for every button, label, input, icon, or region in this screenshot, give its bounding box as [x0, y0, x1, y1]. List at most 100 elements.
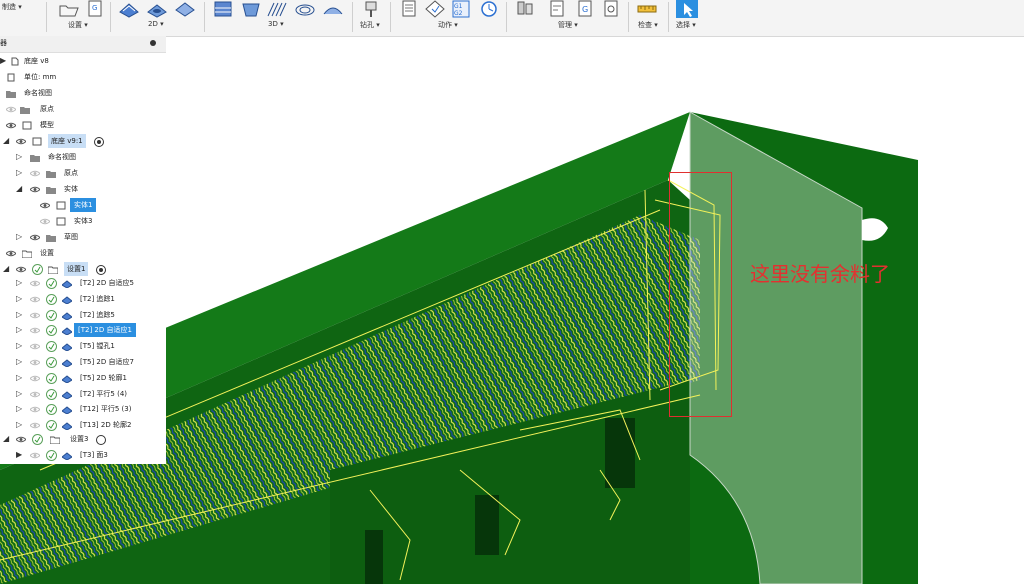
tree-row-body1[interactable]: 实体1 — [0, 198, 166, 212]
visibility-eye-icon[interactable] — [16, 436, 26, 443]
tree-row-sketches[interactable]: ▷ 草图 — [0, 230, 166, 244]
setup-g-doc-icon[interactable]: G — [84, 0, 106, 18]
drill-icon[interactable] — [360, 0, 382, 18]
machine-library-icon[interactable] — [600, 0, 622, 18]
template-icon[interactable] — [546, 0, 568, 18]
browser-pin-icon[interactable] — [150, 40, 156, 46]
tree-row-operation[interactable]: ▷ [T13] 2D 轮廓2 — [0, 418, 166, 432]
tree-row-named-views-2[interactable]: ▷ 命名视图 — [0, 150, 166, 164]
activate-radio[interactable] — [94, 137, 104, 147]
visibility-eye-icon[interactable] — [6, 122, 16, 129]
tree-row-model[interactable]: 模型 — [0, 118, 166, 132]
expand-arrow-icon[interactable]: ▷ — [16, 371, 22, 385]
setup-folder-icon[interactable] — [58, 0, 80, 18]
visibility-eye-icon[interactable] — [30, 375, 40, 382]
expand-arrow-icon[interactable]: ▷ — [16, 230, 22, 244]
actions-group-label[interactable]: 动作 ▾ — [438, 20, 458, 30]
manage-group-label[interactable]: 管理 ▾ — [558, 20, 578, 30]
tree-row-face3[interactable]: ▶ [T3] 面3 — [0, 448, 166, 462]
visibility-eye-icon[interactable] — [30, 359, 40, 366]
tree-row-operation[interactable]: ▷ [T2] 追踪1 — [0, 292, 166, 306]
visibility-eye-icon[interactable] — [30, 312, 40, 319]
tree-row-operation[interactable]: ▷ [T5] 2D 轮廓1 — [0, 371, 166, 385]
collapse-arrow-icon[interactable]: ◢ — [16, 182, 22, 196]
expand-arrow-icon[interactable]: ▷ — [16, 387, 22, 401]
visibility-eye-icon[interactable] — [30, 343, 40, 350]
visibility-eye-icon[interactable] — [30, 280, 40, 287]
tree-row-base-component[interactable]: ◢ 底座 v9:1 — [0, 134, 166, 148]
post-library-icon[interactable]: G — [574, 0, 596, 18]
3d-group-label[interactable]: 3D ▾ — [268, 20, 284, 28]
setup-group-label[interactable]: 设置 ▾ — [68, 20, 88, 30]
expand-arrow-icon[interactable]: ▶ — [16, 448, 22, 462]
visibility-eye-icon[interactable] — [16, 138, 26, 145]
select-cursor-icon[interactable] — [676, 0, 698, 18]
expand-arrow-icon[interactable]: ▷ — [16, 308, 22, 322]
expand-arrow-icon[interactable]: ▷ — [16, 402, 22, 416]
visibility-eye-icon[interactable] — [30, 422, 40, 429]
3d-adaptive-icon[interactable] — [212, 0, 234, 18]
tree-row-operation[interactable]: ▷ [T2] 追踪5 — [0, 308, 166, 322]
tree-row-setups[interactable]: 设置 — [0, 246, 166, 260]
tree-row-operation[interactable]: ▷ [T2] 平行5 (4) — [0, 387, 166, 401]
expand-arrow-icon[interactable]: ▷ — [16, 150, 22, 164]
visibility-eye-icon[interactable] — [30, 234, 40, 241]
visibility-eye-icon[interactable] — [30, 186, 40, 193]
collapse-arrow-icon[interactable]: ◢ — [3, 432, 9, 446]
tree-row-operation[interactable]: ▷ [T12] 平行5 (3) — [0, 402, 166, 416]
expand-arrow-icon[interactable]: ▷ — [16, 418, 22, 432]
manufacture-menu[interactable]: 制造 ▾ — [2, 2, 22, 12]
measure-icon[interactable] — [636, 0, 658, 18]
visibility-eye-icon[interactable] — [16, 266, 26, 273]
tree-row-operation[interactable]: ▷ [T5] 镗孔1 — [0, 339, 166, 353]
expand-arrow-icon[interactable]: ▶ — [0, 54, 6, 68]
tree-row-body3[interactable]: 实体3 — [0, 214, 166, 228]
tree-row-units[interactable]: 单位: mm — [0, 70, 166, 84]
inspect-group-label[interactable]: 检查 ▾ — [638, 20, 658, 30]
visibility-eye-icon[interactable] — [6, 250, 16, 257]
visibility-eye-icon[interactable] — [30, 296, 40, 303]
clock-icon[interactable] — [478, 0, 500, 18]
visibility-eye-icon[interactable] — [40, 202, 50, 209]
tree-row-document[interactable]: ▶ 底座 v8 — [0, 54, 166, 68]
tree-row-origin-2[interactable]: ▷ 原点 — [0, 166, 166, 180]
document-list-icon[interactable] — [398, 0, 420, 18]
tree-row-bodies[interactable]: ◢ 实体 — [0, 182, 166, 196]
simulate-icon[interactable] — [424, 0, 446, 18]
tree-row-setup1[interactable]: ◢ 设置1 — [0, 262, 166, 276]
3d-spiral-icon[interactable] — [294, 0, 316, 18]
visibility-eye-icon[interactable] — [30, 327, 40, 334]
expand-arrow-icon[interactable]: ▷ — [16, 292, 22, 306]
expand-arrow-icon[interactable]: ▷ — [16, 355, 22, 369]
visibility-eye-icon[interactable] — [6, 106, 16, 113]
3d-more-icon[interactable] — [322, 0, 344, 18]
tree-row-operation[interactable]: ▷ [T5] 2D 自适应7 — [0, 355, 166, 369]
tool-library-icon[interactable] — [514, 0, 536, 18]
visibility-eye-icon[interactable] — [30, 406, 40, 413]
visibility-eye-icon[interactable] — [30, 391, 40, 398]
visibility-eye-icon[interactable] — [40, 218, 50, 225]
post-process-g1g2-icon[interactable]: G1G2 — [450, 0, 472, 18]
expand-arrow-icon[interactable]: ▷ — [16, 276, 22, 290]
tree-row-operation[interactable]: ▷ [T2] 2D 自适应1 — [0, 323, 166, 338]
activate-radio[interactable] — [96, 265, 106, 275]
tree-row-named-views[interactable]: 命名视图 — [0, 86, 166, 100]
visibility-eye-icon[interactable] — [30, 452, 40, 459]
tree-row-origin[interactable]: 原点 — [0, 102, 166, 116]
expand-arrow-icon[interactable]: ▷ — [16, 323, 22, 337]
activate-radio[interactable] — [96, 435, 106, 445]
2d-group-label[interactable]: 2D ▾ — [148, 20, 164, 28]
expand-arrow-icon[interactable]: ▷ — [16, 339, 22, 353]
collapse-arrow-icon[interactable]: ◢ — [3, 134, 9, 148]
2d-adaptive-icon[interactable] — [118, 0, 140, 18]
tree-row-operation[interactable]: ▷ [T2] 2D 自适应5 — [0, 276, 166, 290]
tree-row-setup3[interactable]: ◢ 设置3 — [0, 432, 166, 446]
expand-arrow-icon[interactable]: ▷ — [16, 166, 22, 180]
2d-pocket-icon[interactable] — [146, 0, 168, 18]
drilling-group-label[interactable]: 钻孔 ▾ — [360, 20, 380, 30]
select-group-label[interactable]: 选择 ▾ — [676, 20, 696, 30]
visibility-eye-icon[interactable] — [30, 170, 40, 177]
3d-pocket-icon[interactable] — [240, 0, 262, 18]
2d-contour-icon[interactable] — [174, 0, 196, 18]
3d-parallel-icon[interactable] — [266, 0, 288, 18]
